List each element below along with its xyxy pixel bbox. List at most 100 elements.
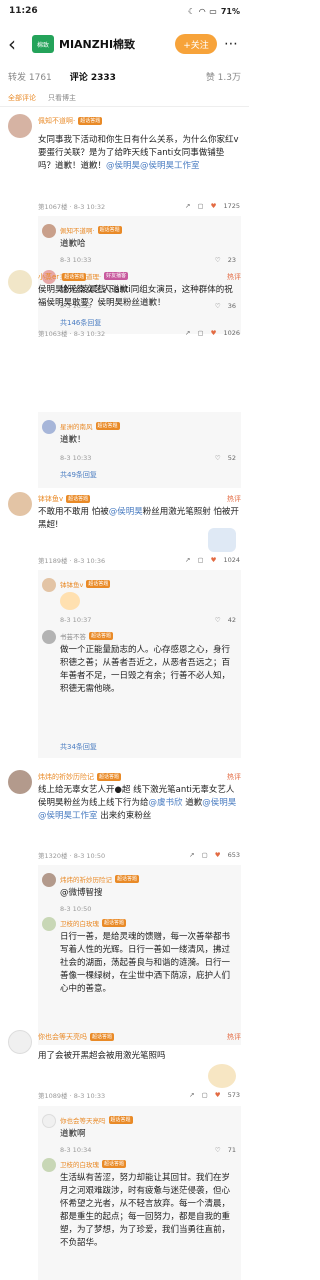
comment-meta: 第1189楼 · 8-3 10:36 ↗ ▢ ♥ 1024	[38, 556, 240, 565]
mention-link[interactable]: @侯明昊工作室	[38, 811, 98, 821]
avatar[interactable]	[8, 1030, 32, 1054]
reply-username[interactable]: 炜炜的祈妙历险记	[60, 874, 112, 884]
like-icon[interactable]: ♥	[211, 202, 217, 210]
like-icon[interactable]: ♥	[211, 556, 217, 564]
reply-meta: 8-3 10:37 ♡ 42	[60, 616, 236, 624]
status-bar: 11:26 ☾ ◠ ▭ 71%	[0, 0, 249, 22]
comment-text: 侯明昊粉丝凌晨线下anti同组女演员，这种群体的祝福侯明昊敢要？侯明昊粉丝道歉！	[38, 285, 233, 308]
comment-username[interactable]: 佩知不道啊·	[38, 116, 75, 126]
reply-username[interactable]: 佩知不道啊·	[60, 225, 95, 235]
avatar[interactable]	[42, 578, 56, 592]
reply-icon[interactable]: ▢	[202, 851, 208, 859]
like-icon[interactable]: ♥	[215, 851, 221, 859]
user-badge: 超话答题	[62, 273, 87, 281]
reply-username[interactable]: 书芸不答	[60, 631, 86, 641]
reply-icon[interactable]: ▢	[202, 1091, 208, 1099]
more-replies-link[interactable]: 共49条回复	[60, 470, 97, 480]
sort-all[interactable]: 全部评论	[8, 93, 36, 103]
avatar[interactable]	[8, 492, 32, 516]
user-badge: 超话答题	[108, 1116, 133, 1124]
mention-link[interactable]: @微博智搜	[60, 888, 103, 898]
divider	[0, 106, 249, 107]
sticker-image	[60, 592, 80, 610]
like-count: 1026	[223, 329, 240, 337]
sticker-image	[208, 528, 236, 552]
user-badge: 超话答题	[95, 422, 120, 430]
reply-meta: 8-3 10:34 ♡ 71	[60, 1146, 236, 1154]
comment-text: 女同事我下活动和你生日有什么关系，为什么你家红v要蛋行关联？是为了给昨天线下an…	[38, 135, 239, 171]
reply-username[interactable]: 卫枝的白玫瑰	[60, 1159, 99, 1169]
header: ‹ 棉致 MIANZHI棉致 +关注 ⋯	[0, 22, 249, 66]
reply-username[interactable]: 星洲的南风	[60, 421, 93, 431]
tab-comment[interactable]: 评论 2333	[70, 70, 116, 83]
avatar[interactable]	[42, 224, 56, 238]
avatar[interactable]	[42, 873, 56, 887]
reply-username[interactable]: 卫枝的白玫瑰	[60, 918, 99, 928]
avatar[interactable]	[8, 114, 32, 138]
comment-text: 用了会被开黑超会被用激光笔照吗	[38, 1051, 166, 1061]
user-badge: 超话答题	[102, 919, 127, 927]
hot-badge: 热评	[227, 273, 241, 281]
reply-icon[interactable]: ▢	[197, 556, 203, 564]
comment-username[interactable]: 炜炜的祈妙历险记	[38, 772, 94, 782]
avatar[interactable]	[42, 420, 56, 434]
tab-repost[interactable]: 转发 1761	[8, 70, 52, 83]
like-count: 653	[227, 851, 240, 859]
user-badge: 超话答题	[97, 226, 122, 234]
like-icon[interactable]: ♡	[215, 1146, 221, 1154]
share-icon[interactable]: ↗	[185, 202, 190, 210]
mention-link[interactable]: @侯明昊	[106, 161, 140, 171]
comment-username[interactable]: 小蒸er	[38, 272, 59, 282]
share-icon[interactable]: ↗	[185, 556, 190, 564]
battery-icon: ▭	[209, 6, 217, 16]
share-icon[interactable]: ↗	[189, 851, 194, 859]
like-icon[interactable]: ♡	[215, 454, 221, 462]
reply-icon[interactable]: ▢	[197, 329, 203, 337]
user-badge: 超话答题	[97, 773, 122, 781]
sort-bar: 全部评论 只看博主	[0, 90, 249, 106]
avatar[interactable]	[42, 917, 56, 931]
like-count: 1024	[223, 556, 240, 564]
avatar[interactable]	[42, 1114, 56, 1128]
comment-meta: 第1320楼 · 8-3 10:50 ↗ ▢ ♥ 653	[38, 851, 240, 860]
sort-blogger[interactable]: 只看博主	[48, 93, 76, 103]
reply-block: 星洲的南风 超话答题 道歉！ 8-3 10:33 ♡ 52 共49条回复	[38, 412, 241, 488]
reply-text: 日行一善，是给灵魂的馈赠，每一次善举都书写着人性的光辉。日行一善如一缕清风，拂过…	[60, 932, 231, 994]
reply-username[interactable]: 你也会等天亮吗	[60, 1115, 106, 1125]
like-icon[interactable]: ♥	[215, 1091, 221, 1099]
avatar[interactable]	[42, 630, 56, 644]
reply-text: 道歉！	[60, 435, 86, 445]
avatar[interactable]	[8, 270, 32, 294]
comment-username[interactable]: 钵钵鱼v	[38, 494, 63, 504]
reply-meta: 8-3 10:33 ♡ 23	[60, 256, 236, 264]
user-badge: 超话答题	[115, 875, 140, 883]
hot-badge: 热评	[227, 773, 241, 781]
comment-meta: 第1089楼 · 8-3 10:33 ↗ ▢ ♥ 573	[38, 1091, 240, 1100]
like-icon[interactable]: ♥	[211, 329, 217, 337]
back-icon[interactable]: ‹	[8, 34, 32, 54]
more-replies-link[interactable]: 共34条回复	[60, 742, 97, 752]
comment-meta: 第1067楼 · 8-3 10:32 ↗ ▢ ♥ 1725	[38, 202, 240, 211]
mention-link[interactable]: @侯明昊	[202, 798, 236, 808]
avatar[interactable]	[8, 770, 32, 794]
share-icon[interactable]: ↗	[185, 329, 190, 337]
reply-block: 炜炜的祈妙历险记 超话答题 @微博智搜 8-3 10:50 卫枝的白玫瑰 超话答…	[38, 865, 241, 1045]
like-icon[interactable]: ♡	[215, 616, 221, 624]
user-badge: 超话答题	[89, 632, 114, 640]
avatar[interactable]	[42, 1158, 56, 1172]
mention-link[interactable]: @侯明昊工作室	[140, 161, 200, 171]
follow-button[interactable]: +关注	[175, 34, 217, 54]
reply-icon[interactable]: ▢	[197, 202, 203, 210]
user-badge: 超话答题	[78, 117, 103, 125]
like-icon[interactable]: ♡	[215, 256, 221, 264]
mention-link[interactable]: @侯明昊	[109, 507, 143, 517]
comment-username[interactable]: 你也会等天亮吗	[38, 1032, 87, 1042]
more-icon[interactable]: ⋯	[221, 36, 241, 52]
comment-item: 钵钵鱼v 超话答题 热评 不敢用不敢用 怕被@侯明昊粉丝用激光笔照射 怕被开黑超…	[0, 492, 249, 792]
share-icon[interactable]: ↗	[189, 1091, 194, 1099]
mention-link[interactable]: @虞书欣	[149, 798, 183, 808]
tab-like[interactable]: 赞 1.3万	[206, 70, 241, 83]
reply-username[interactable]: 钵钵鱼v	[60, 579, 83, 589]
like-count: 1725	[223, 202, 240, 210]
user-badge: 超话答题	[102, 1160, 127, 1168]
